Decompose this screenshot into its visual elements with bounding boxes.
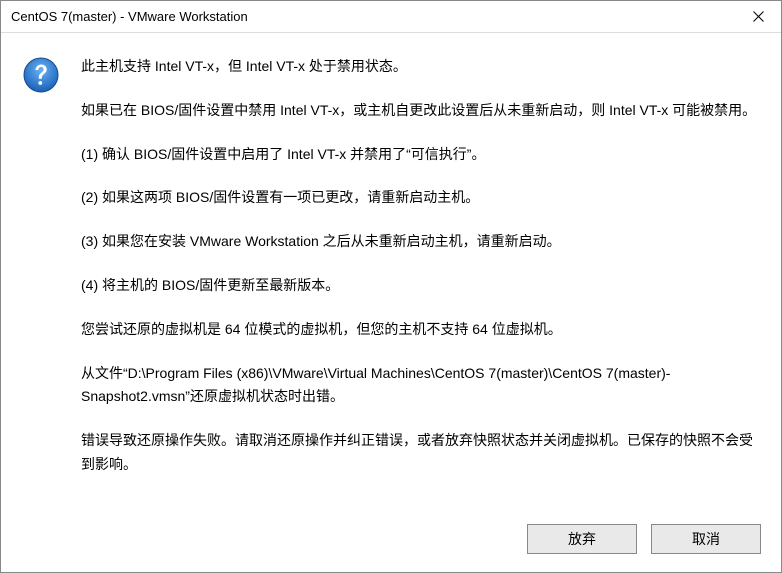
message-line: 从文件“D:\Program Files (x86)\VMware\Virtua… bbox=[81, 362, 757, 410]
message-line: 此主机支持 Intel VT-x，但 Intel VT-x 处于禁用状态。 bbox=[81, 55, 757, 79]
message-line: (4) 将主机的 BIOS/固件更新至最新版本。 bbox=[81, 274, 757, 298]
message-line: 您尝试还原的虚拟机是 64 位模式的虚拟机，但您的主机不支持 64 位虚拟机。 bbox=[81, 318, 757, 342]
abandon-button[interactable]: 放弃 bbox=[527, 524, 637, 554]
message-body: 此主机支持 Intel VT-x，但 Intel VT-x 处于禁用状态。 如果… bbox=[81, 55, 757, 508]
icon-column bbox=[21, 55, 81, 508]
window-title: CentOS 7(master) - VMware Workstation bbox=[11, 9, 248, 24]
question-icon bbox=[23, 57, 59, 93]
close-icon bbox=[753, 11, 764, 22]
dialog-content: 此主机支持 Intel VT-x，但 Intel VT-x 处于禁用状态。 如果… bbox=[1, 33, 781, 524]
message-line: 如果已在 BIOS/固件设置中禁用 Intel VT-x，或主机自更改此设置后从… bbox=[81, 99, 757, 123]
message-line: 错误导致还原操作失败。请取消还原操作并纠正错误，或者放弃快照状态并关闭虚拟机。已… bbox=[81, 429, 757, 477]
message-line: (2) 如果这两项 BIOS/固件设置有一项已更改，请重新启动主机。 bbox=[81, 186, 757, 210]
close-button[interactable] bbox=[735, 1, 781, 33]
button-row: 放弃 取消 bbox=[1, 524, 781, 572]
message-line: (3) 如果您在安装 VMware Workstation 之后从未重新启动主机… bbox=[81, 230, 757, 254]
cancel-button[interactable]: 取消 bbox=[651, 524, 761, 554]
message-line: (1) 确认 BIOS/固件设置中启用了 Intel VT-x 并禁用了“可信执… bbox=[81, 143, 757, 167]
dialog-window: CentOS 7(master) - VMware Workstation bbox=[0, 0, 782, 573]
titlebar: CentOS 7(master) - VMware Workstation bbox=[1, 1, 781, 33]
